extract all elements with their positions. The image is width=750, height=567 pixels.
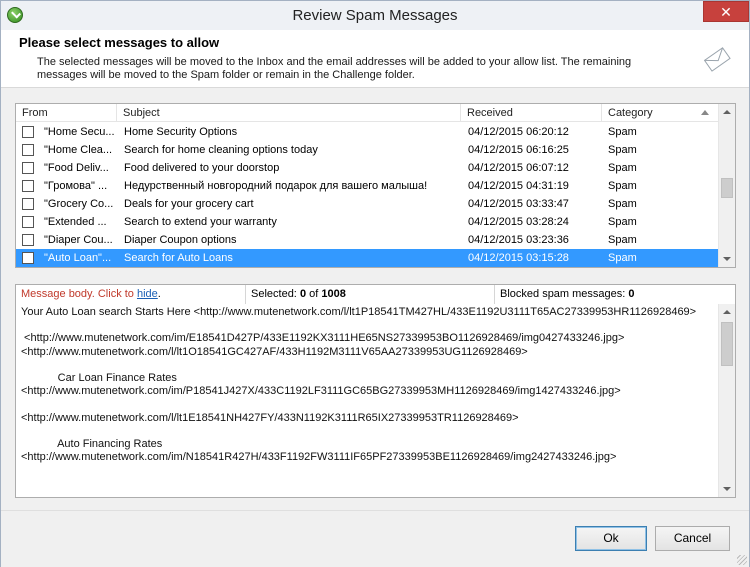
row-checkbox[interactable] [22,126,34,138]
row-subject: Search for Auto Loans [124,252,233,264]
row-checkbox[interactable] [22,234,34,246]
row-subject: Deals for your grocery cart [124,198,254,210]
message-row[interactable]: "Extended ... Search to extend your warra… [16,213,719,231]
row-from: "Diaper Cou... [44,234,113,246]
body-line: <http://www.mutenetwork.com/l/lt1O18541G… [21,345,528,358]
body-line: <http://www.mutenetwork.com/l/lt1E18541N… [21,411,519,424]
row-category: Spam [608,126,637,138]
selected-count: 0 [299,288,307,300]
status-bar: Message body. Click to hide. Selected: 0… [15,284,736,305]
row-received: 04/12/2015 04:31:19 [468,180,569,192]
body-line: Car Loan Finance Rates [21,372,177,384]
row-received: 04/12/2015 06:20:12 [468,126,569,138]
row-subject: Search for home cleaning options today [124,144,318,156]
row-from: "Grocery Co... [44,198,114,210]
message-row[interactable]: "Diaper Cou... Diaper Coupon options 04/12… [16,231,719,249]
dialog-footer: Ok Cancel [1,510,749,567]
cancel-button[interactable]: Cancel [655,526,730,551]
message-row[interactable]: "Home Secu... Home Security Options 04/12/… [16,123,719,141]
row-category: Spam [608,198,637,210]
message-body-status: Message body. Click to hide. [16,285,246,304]
ok-button[interactable]: Ok [575,526,647,551]
header-description: The selected messages will be moved to t… [37,56,632,81]
row-received: 04/12/2015 03:23:36 [468,234,569,246]
column-header-from[interactable]: From [16,104,117,122]
message-row[interactable]: "Food Deliv... Food delivered to your doo… [16,159,719,177]
row-from: "Home Clea... [44,144,113,156]
row-checkbox[interactable] [22,198,34,210]
row-category: Spam [608,162,637,174]
selected-label: Selected: [251,288,297,300]
review-spam-dialog: Review Spam Messages ✕ Please select mes… [0,0,750,567]
row-category: Spam [608,234,637,246]
body-line: <http://www.mutenetwork.com/im/P18541J42… [21,385,621,398]
window-title: Review Spam Messages [292,7,458,24]
blocked-count: 0 [628,288,635,300]
row-checkbox[interactable] [22,216,34,228]
row-subject: Diaper Coupon options [124,234,237,246]
title-bar: Review Spam Messages ✕ [1,1,749,30]
selected-count-status: Selected: 0 of 1008 [246,285,495,304]
blocked-label: Blocked spam messages: [500,288,626,300]
row-from: "Home Secu... [44,126,115,138]
total-count: 1008 [321,288,346,300]
body-scrollbar[interactable] [718,304,735,497]
dialog-header: Please select messages to allow The sele… [1,30,749,88]
row-received: 04/12/2015 06:16:25 [468,144,569,156]
column-header-received[interactable]: Received [461,104,602,122]
row-category: Spam [608,144,637,156]
column-header-subject[interactable]: Subject [117,104,461,122]
scroll-down-icon[interactable] [723,257,731,261]
row-subject: Недурственный новгородний подарок для ва… [124,180,428,192]
message-row[interactable]: "Grocery Co... Deals for your grocery car… [16,195,719,213]
list-scrollbar[interactable] [718,104,735,267]
row-category: Spam [608,252,637,264]
row-checkbox[interactable] [22,144,34,156]
sort-ascending-icon [701,110,709,115]
hide-body-link[interactable]: hide [137,288,158,300]
row-from: "Auto Loan"... [44,252,112,264]
body-scroll-down-icon[interactable] [723,487,731,491]
body-line: <http://www.mutenetwork.com/im/N18541R42… [21,451,617,464]
row-from: "Громова" ... [44,180,108,192]
mail-icon [703,47,731,72]
message-row[interactable]: "Auto Loan"... Search for Auto Loans 04/12… [16,249,719,267]
body-scroll-up-icon[interactable] [723,310,731,314]
hide-period: . [157,288,161,300]
scroll-up-icon[interactable] [723,110,731,114]
body-scroll-thumb[interactable] [721,322,733,366]
body-line: Auto Financing Rates [21,438,163,450]
row-received: 04/12/2015 03:28:24 [468,216,569,228]
row-checkbox[interactable] [22,180,34,192]
body-line: <http://www.mutenetwork.com/im/E18541D42… [21,332,625,345]
body-line: Your Auto Loan search Starts Here <http:… [21,306,697,318]
close-button[interactable]: ✕ [703,1,749,22]
column-header-category[interactable]: Category [602,104,735,122]
row-received: 04/12/2015 06:07:12 [468,162,569,174]
column-header-category-label: Category [608,107,653,119]
row-from: "Extended ... [44,216,107,228]
message-row[interactable]: "Home Clea... Search for home cleaning op… [16,141,719,159]
row-category: Spam [608,216,637,228]
resize-grip-icon[interactable] [737,555,747,565]
row-category: Spam [608,180,637,192]
header-heading: Please select messages to allow [19,35,220,50]
row-checkbox[interactable] [22,252,34,264]
list-scroll-thumb[interactable] [721,178,733,198]
of-label: of [309,288,319,300]
message-body-view[interactable]: Your Auto Loan search Starts Here <http:… [15,304,736,498]
message-list[interactable]: From Subject Received Category "Home Sec… [15,103,736,268]
row-received: 04/12/2015 03:33:47 [468,198,569,210]
row-from: "Food Deliv... [44,162,109,174]
row-received: 04/12/2015 03:15:28 [468,252,569,264]
list-header: From Subject Received Category [16,104,735,122]
blocked-count-status: Blocked spam messages: 0 [495,285,735,304]
click-to-label: Click to [97,288,134,300]
row-subject: Food delivered to your doorstop [124,162,280,174]
row-subject: Home Security Options [124,126,238,138]
message-row[interactable]: "Громова" ... Недурственный новгородний п… [16,177,719,195]
row-subject: Search to extend your warranty [124,216,277,228]
row-checkbox[interactable] [22,162,34,174]
message-body-label: Message body. [21,288,95,300]
